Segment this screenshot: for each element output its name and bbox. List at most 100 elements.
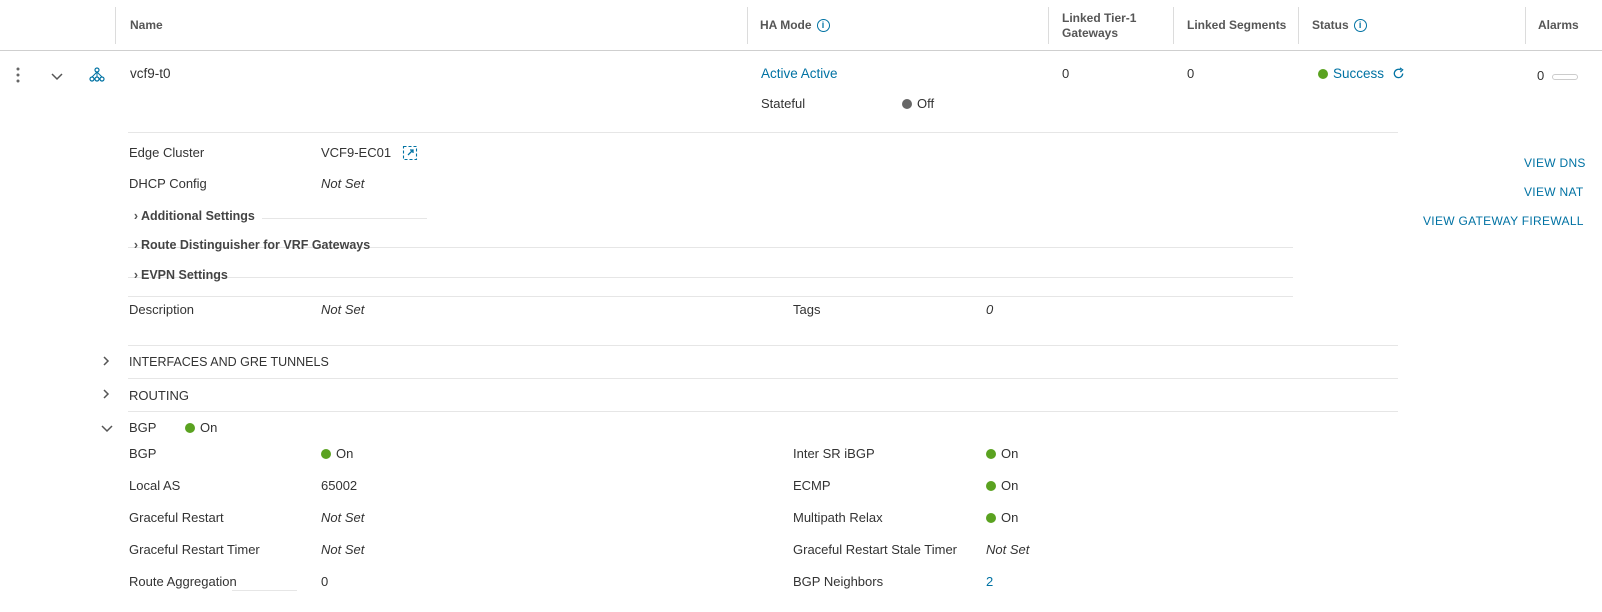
- bgp-collapse-icon[interactable]: [101, 422, 113, 437]
- on-status-dot: [185, 423, 195, 433]
- alarms-bar: [1552, 73, 1579, 80]
- ha-mode-value[interactable]: Active Active: [761, 66, 838, 81]
- divider: [128, 132, 1398, 133]
- route-aggregation-value: 0: [321, 574, 329, 589]
- row-collapse-chevron-icon[interactable]: [51, 70, 63, 85]
- graceful-restart-label: Graceful Restart: [129, 510, 224, 525]
- route-distinguisher-toggle[interactable]: › Route Distinguisher for VRF Gateways: [131, 238, 370, 252]
- bgp-section-status-value: On: [200, 420, 218, 435]
- tier0-gateway-icon: [89, 67, 105, 86]
- chevron-right-icon: ›: [133, 268, 139, 282]
- on-status-dot: [986, 513, 996, 523]
- column-separator[interactable]: [1525, 7, 1526, 44]
- status-value[interactable]: Success: [1333, 66, 1384, 81]
- dhcp-config-value: Not Set: [321, 176, 365, 191]
- stateful-status: Off: [902, 96, 934, 111]
- column-header-status-label: Status: [1312, 18, 1349, 32]
- success-status-dot: [1318, 69, 1328, 79]
- graceful-restart-stale-timer-label: Graceful Restart Stale Timer: [793, 542, 957, 557]
- column-header-linked-tier1-line2: Gateways: [1062, 26, 1119, 40]
- chevron-right-icon: ›: [133, 238, 139, 252]
- column-separator[interactable]: [747, 7, 748, 44]
- ecmp-status: On: [986, 478, 1018, 493]
- graceful-restart-timer-label: Graceful Restart Timer: [129, 542, 260, 557]
- info-icon[interactable]: i: [816, 19, 830, 33]
- linked-segments-count: 0: [1187, 66, 1195, 81]
- off-status-dot: [902, 99, 912, 109]
- view-gateway-firewall-link[interactable]: VIEW GATEWAY FIREWALL: [1423, 214, 1584, 228]
- route-aggregation-label: Route Aggregation: [129, 574, 237, 589]
- inter-sr-ibgp-label: Inter SR iBGP: [793, 446, 875, 461]
- column-header-linked-segments[interactable]: Linked Segments: [1187, 18, 1286, 32]
- on-status-dot: [986, 449, 996, 459]
- column-header-linked-tier1[interactable]: Linked Tier-1 Gateways: [1062, 11, 1136, 41]
- multipath-relax-status: On: [986, 510, 1018, 525]
- chevron-right-icon: ›: [133, 209, 139, 223]
- column-separator[interactable]: [1298, 7, 1299, 44]
- view-dns-link[interactable]: VIEW DNS: [1524, 156, 1586, 170]
- row-actions-kebab-icon[interactable]: [14, 66, 22, 84]
- tags-label: Tags: [793, 302, 821, 317]
- column-separator[interactable]: [1173, 7, 1174, 44]
- local-as-value: 65002: [321, 478, 358, 493]
- divider: [262, 218, 427, 219]
- routing-expand-icon[interactable]: [101, 388, 111, 403]
- ecmp-value: On: [1001, 478, 1019, 493]
- divider: [128, 345, 1398, 346]
- gateway-name: vcf9-t0: [130, 66, 171, 81]
- additional-settings-toggle[interactable]: › Additional Settings: [131, 209, 255, 223]
- column-header-ha-mode[interactable]: HA Mode i: [760, 18, 830, 33]
- alarms-cell[interactable]: 0: [1537, 68, 1579, 83]
- additional-settings-label: Additional Settings: [141, 209, 255, 223]
- status-cell: Success: [1318, 66, 1405, 81]
- graceful-restart-value: Not Set: [321, 510, 365, 525]
- alarms-count: 0: [1537, 68, 1545, 83]
- column-header-ha-mode-label: HA Mode: [760, 18, 812, 32]
- divider: [128, 277, 1293, 278]
- column-separator[interactable]: [1048, 7, 1049, 44]
- interfaces-section-title[interactable]: INTERFACES AND GRE TUNNELS: [129, 355, 329, 369]
- stateful-value: Off: [917, 96, 935, 111]
- edge-cluster-label: Edge Cluster: [129, 145, 205, 160]
- inter-sr-ibgp-status: On: [986, 446, 1018, 461]
- edge-cluster-value: VCF9-EC01: [321, 145, 392, 160]
- view-nat-link[interactable]: VIEW NAT: [1524, 185, 1584, 199]
- column-header-linked-tier1-line1: Linked Tier-1: [1062, 11, 1137, 25]
- description-label: Description: [129, 302, 195, 317]
- column-separator[interactable]: [115, 7, 116, 44]
- local-as-label: Local AS: [129, 478, 181, 493]
- column-header-name[interactable]: Name: [130, 18, 163, 32]
- dhcp-config-label: DHCP Config: [129, 176, 207, 191]
- bgp-neighbors-value[interactable]: 2: [986, 574, 993, 589]
- bgp-section-status: On: [185, 420, 217, 435]
- stateful-label: Stateful: [761, 96, 806, 111]
- route-distinguisher-label: Route Distinguisher for VRF Gateways: [141, 238, 371, 252]
- divider: [128, 411, 1398, 412]
- bgp-value: On: [336, 446, 354, 461]
- info-icon[interactable]: i: [1353, 19, 1367, 33]
- description-value: Not Set: [321, 302, 365, 317]
- column-header-alarms[interactable]: Alarms: [1538, 18, 1579, 32]
- bgp-section-title[interactable]: BGP: [129, 420, 156, 435]
- ecmp-label: ECMP: [793, 478, 831, 493]
- multipath-relax-value: On: [1001, 510, 1019, 525]
- bgp-neighbors-label: BGP Neighbors: [793, 574, 884, 589]
- multipath-relax-label: Multipath Relax: [793, 510, 883, 525]
- routing-section-title[interactable]: ROUTING: [129, 388, 189, 403]
- graceful-restart-timer-value: Not Set: [321, 542, 365, 557]
- refresh-icon[interactable]: [1392, 66, 1405, 81]
- on-status-dot: [321, 449, 331, 459]
- bgp-label: BGP: [129, 446, 157, 461]
- linked-tier1-count: 0: [1062, 66, 1070, 81]
- graceful-restart-stale-timer-value: Not Set: [986, 542, 1030, 557]
- divider: [128, 378, 1398, 379]
- open-external-icon[interactable]: [402, 145, 418, 164]
- interfaces-expand-icon[interactable]: [101, 355, 111, 370]
- on-status-dot: [986, 481, 996, 491]
- column-header-status[interactable]: Status i: [1312, 18, 1367, 33]
- tags-value: 0: [986, 302, 994, 317]
- bgp-status: On: [321, 446, 353, 461]
- evpn-settings-label: EVPN Settings: [141, 268, 228, 282]
- divider: [232, 590, 297, 591]
- evpn-settings-toggle[interactable]: › EVPN Settings: [131, 268, 228, 282]
